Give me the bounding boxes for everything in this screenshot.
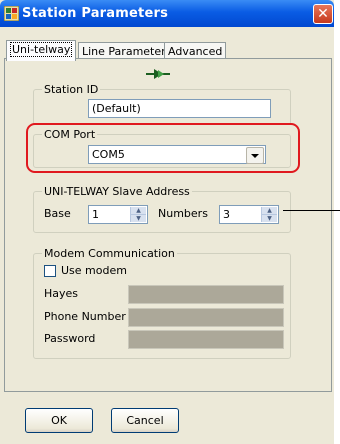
ok-button[interactable]: OK xyxy=(25,408,93,433)
station-id-legend: Station ID xyxy=(42,83,101,96)
tab-advanced-label: Advanced xyxy=(168,45,223,58)
cancel-button[interactable]: Cancel xyxy=(111,408,179,433)
modem-legend: Modem Communication xyxy=(42,247,177,260)
tab-uni-telway-label: Uni-telway xyxy=(10,42,73,57)
password-field xyxy=(128,330,284,349)
base-spinner[interactable]: 1 ▲ ▼ xyxy=(88,205,148,224)
numbers-spin-buttons[interactable]: ▲ ▼ xyxy=(261,207,277,222)
numbers-value: 3 xyxy=(223,208,230,221)
base-spin-buttons[interactable]: ▲ ▼ xyxy=(130,207,146,222)
base-label: Base xyxy=(44,207,71,220)
numbers-label: Numbers xyxy=(158,207,208,220)
base-value: 1 xyxy=(92,208,99,221)
use-modem-checkbox[interactable] xyxy=(44,265,56,277)
spin-down-icon[interactable]: ▼ xyxy=(262,215,277,222)
station-id-field[interactable]: (Default) xyxy=(88,99,271,118)
phone-number-label: Phone Number xyxy=(44,310,126,323)
callout-line xyxy=(283,210,340,211)
spin-up-icon[interactable]: ▲ xyxy=(131,207,146,215)
tab-uni-telway[interactable]: Uni-telway xyxy=(6,40,77,61)
phone-number-field xyxy=(128,308,284,327)
window-title: Station Parameters xyxy=(22,6,169,21)
tab-line-parameters-label: Line Parameters xyxy=(82,45,172,58)
use-modem-label[interactable]: Use modem xyxy=(61,264,127,277)
hayes-field xyxy=(128,285,284,304)
spin-up-icon[interactable]: ▲ xyxy=(262,207,277,215)
close-button[interactable]: ✕ xyxy=(313,4,333,24)
spin-down-icon[interactable]: ▼ xyxy=(131,215,146,222)
hayes-label: Hayes xyxy=(44,287,79,300)
numbers-spinner[interactable]: 3 ▲ ▼ xyxy=(219,205,279,224)
connection-icon xyxy=(145,68,171,80)
com-port-highlight xyxy=(26,123,300,173)
app-icon xyxy=(3,5,20,22)
slave-address-legend: UNI-TELWAY Slave Address xyxy=(42,185,192,198)
password-label: Password xyxy=(44,332,96,345)
